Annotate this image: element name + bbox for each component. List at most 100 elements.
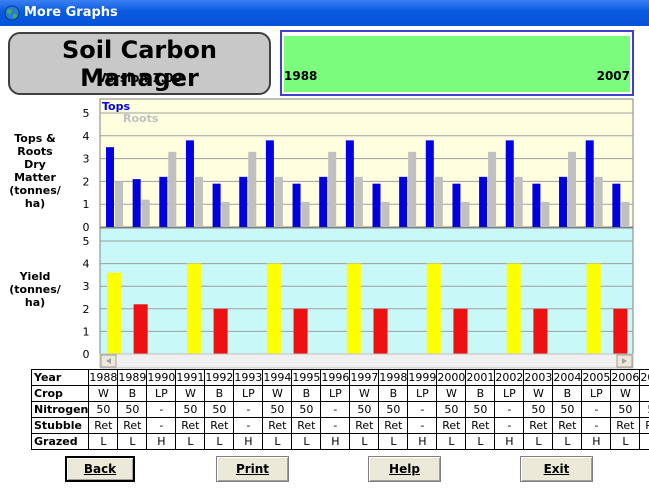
tops-bar xyxy=(372,183,381,227)
roots-bar xyxy=(354,176,363,227)
table-cell: Ret xyxy=(523,417,554,434)
table-row-crop: CropWBLPWBLPWBLPWBLPWBLPWBLPWB xyxy=(30,385,649,402)
table-cell: B xyxy=(291,385,322,402)
yield-bar xyxy=(346,263,361,354)
charts-area: 012345 Tops Roots 012345 xyxy=(83,98,634,369)
table-cell: - xyxy=(581,401,612,418)
table-cell: W xyxy=(436,385,467,402)
table-row-year: Year 1988 1989 1990 1991 1992 1993 1994 1995 1996… xyxy=(30,369,649,386)
help-button[interactable]: Help xyxy=(368,456,441,482)
table-cell: B xyxy=(465,385,496,402)
table-cell: L xyxy=(204,433,235,450)
table-cell: 50 xyxy=(610,401,641,418)
tops-bar xyxy=(559,176,568,227)
table-cell: W xyxy=(349,385,380,402)
table-cell: 1996 xyxy=(320,369,351,386)
table-cell: Ret xyxy=(639,417,649,434)
tops-bar xyxy=(425,140,434,227)
dry-matter-tick-label: 0 xyxy=(83,221,90,234)
yield-tick-label: 3 xyxy=(83,280,90,293)
table-cell: 50 xyxy=(378,401,409,418)
table-cell: 1989 xyxy=(117,369,148,386)
tops-bar xyxy=(345,140,354,227)
print-button[interactable]: Print xyxy=(216,456,289,482)
tops-bar xyxy=(612,183,621,227)
table-cell: Ret xyxy=(175,417,206,434)
table-cell: W xyxy=(88,385,119,402)
dry-matter-tick-label: 1 xyxy=(83,198,90,211)
tops-bar xyxy=(585,140,594,227)
table-cell: 50 xyxy=(291,401,322,418)
table-cell: L xyxy=(436,433,467,450)
exit-button[interactable]: Exit xyxy=(520,456,593,482)
roots-bar xyxy=(488,151,497,227)
table-cell: LP xyxy=(407,385,438,402)
table-cell: L xyxy=(175,433,206,450)
row-header: Nitrogen xyxy=(30,401,90,418)
table-cell: LP xyxy=(320,385,351,402)
table-cell: 2005 xyxy=(581,369,612,386)
table-cell: 1990 xyxy=(146,369,177,386)
roots-bar xyxy=(301,201,310,227)
legend-roots: Roots xyxy=(123,112,159,125)
table-cell: 1994 xyxy=(262,369,293,386)
table-cell: 1999 xyxy=(407,369,438,386)
tops-bar xyxy=(212,183,221,227)
table-cell: W xyxy=(175,385,206,402)
table-cell: 2003 xyxy=(523,369,554,386)
roots-bar xyxy=(141,199,150,227)
table-cell: L xyxy=(88,433,119,450)
table-cell: 2007 xyxy=(639,369,649,386)
table-cell: - xyxy=(407,417,438,434)
rotation-table: Year 1988 1989 1990 1991 1992 1993 1994 1995 1996… xyxy=(30,369,649,450)
table-cell: 1995 xyxy=(291,369,322,386)
table-row-grazed: GrazedLLHLLHLLHLLHLLHLLHLL xyxy=(30,433,649,450)
dry-matter-plot-area xyxy=(99,98,634,228)
table-cell: - xyxy=(146,417,177,434)
table-cell: - xyxy=(320,401,351,418)
table-cell: Ret xyxy=(262,417,293,434)
roots-bar xyxy=(594,176,603,227)
row-header: Stubble xyxy=(30,417,90,434)
table-cell: B xyxy=(378,385,409,402)
table-cell: 1993 xyxy=(233,369,264,386)
roots-bar xyxy=(541,201,550,227)
table-cell: H xyxy=(146,433,177,450)
table-cell: - xyxy=(233,401,264,418)
table-cell: H xyxy=(494,433,525,450)
table-cell: - xyxy=(146,401,177,418)
roots-bar xyxy=(248,151,257,227)
table-cell: W xyxy=(523,385,554,402)
table-cell: L xyxy=(291,433,322,450)
table-cell: 50 xyxy=(262,401,293,418)
table-cell: L xyxy=(349,433,380,450)
dry-matter-ticks: 0 1 2 3 4 5 xyxy=(83,107,90,234)
tops-bar xyxy=(239,176,248,227)
table-cell: Ret xyxy=(436,417,467,434)
table-cell: Ret xyxy=(291,417,322,434)
dry-matter-tick-label: 3 xyxy=(83,153,90,166)
table-cell: Ret xyxy=(349,417,380,434)
table-cell: H xyxy=(581,433,612,450)
table-cell: 2000 xyxy=(436,369,467,386)
yield-bar xyxy=(533,308,548,354)
tops-bar xyxy=(319,176,328,227)
roots-bar xyxy=(434,176,443,227)
table-cell: 50 xyxy=(465,401,496,418)
table-cell: 50 xyxy=(88,401,119,418)
table-cell: L xyxy=(262,433,293,450)
table-cell: 1997 xyxy=(349,369,380,386)
yield-bar xyxy=(186,263,201,354)
row-header: Crop xyxy=(30,385,90,402)
table-cell: LP xyxy=(581,385,612,402)
table-cell: L xyxy=(378,433,409,450)
back-button[interactable]: Back xyxy=(65,456,135,482)
tops-bar xyxy=(532,183,541,227)
horizontal-scrollbar[interactable] xyxy=(99,353,634,369)
table-cell: B xyxy=(639,385,649,402)
table-cell: 2002 xyxy=(494,369,525,386)
table-cell: L xyxy=(117,433,148,450)
table-cell: 50 xyxy=(175,401,206,418)
table-cell: B xyxy=(204,385,235,402)
table-cell: 50 xyxy=(204,401,235,418)
